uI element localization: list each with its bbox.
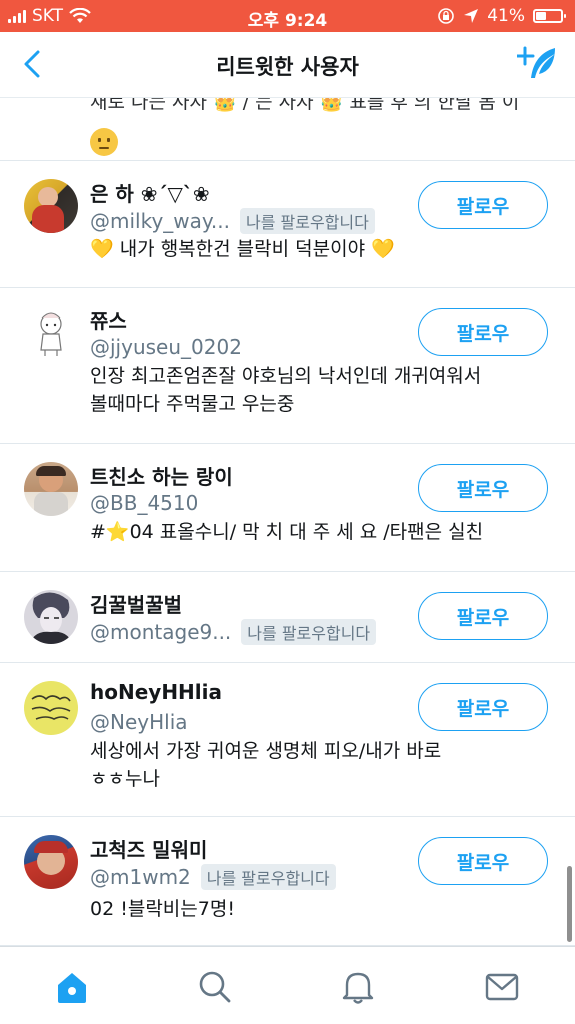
user-bio: 인장 최고존엄존잘 야호님의 낙서인데 개귀여워서 볼때마다 주먹물고 우는중 [90,362,550,418]
bio-line: 볼때마다 주먹물고 우는중 [90,393,295,415]
user-handle: @milky_way... [90,209,230,233]
user-handle: @BB_4510 [90,491,199,515]
list-item[interactable]: 고척즈 밀워미 @m1wm2 나를 팔로우합니다 02 !블락비는7명! 팔로우 [0,817,575,946]
bio-line: 세상에서 가장 귀여운 생명체 피오/내가 바로 [90,740,442,762]
tab-notifications[interactable] [338,967,378,1007]
avatar[interactable] [24,179,78,233]
follows-you-badge: 나를 팔로우합니다 [239,208,375,234]
avatar[interactable] [24,306,78,360]
scrollbar[interactable] [567,866,572,942]
avatar-drawing [30,592,72,644]
page-title: 리트윗한 사용자 [216,55,359,79]
search-icon [199,971,231,1003]
avatar[interactable] [24,835,78,889]
user-name: 김꿀벌꿀벌 [90,593,182,617]
handle-row: @montage9... 나를 팔로우합니다 [90,619,377,645]
list-item[interactable]: 은 하 ❀´▽`❀ @milky_way... 나를 팔로우합니다 💛 내가 행… [0,161,575,288]
list-item[interactable]: 김꿀벌꿀벌 @montage9... 나를 팔로우합니다 팔로우 [0,572,575,663]
handle-row: @NeyHlia [90,710,188,734]
user-name: hoNeyHHlia [90,680,223,704]
bio-line: 인장 최고존엄존잘 야호님의 낙서인데 개귀여워서 [90,365,482,387]
smile-emoji [90,128,118,156]
user-name: 트친소 하는 랑이 [90,465,233,489]
follow-button[interactable]: 팔로우 [418,308,548,356]
follow-button[interactable]: 팔로우 [418,464,548,512]
tab-home[interactable] [52,967,92,1007]
follow-button[interactable]: 팔로우 [418,181,548,229]
user-bio: 💛 내가 행복한건 블락비 덕분이야 💛 [90,238,395,260]
handle-row: @jjyuseu_0202 [90,335,242,359]
user-handle: @montage9... [90,620,232,644]
user-bio: #⭐04 표올수니/ 막 치 대 주 세 요 /타팬은 실친 [90,521,484,543]
status-bar: SKT 오후 9:24 41% [0,0,575,32]
follows-you-badge: 나를 팔로우합니다 [241,619,377,645]
messages-icon [485,973,519,1001]
list-item[interactable]: hoNeyHHlia @NeyHlia 세상에서 가장 귀여운 생명체 피오/내… [0,663,575,817]
avatar[interactable] [24,462,78,516]
bio-line: ㅎㅎ누나 [90,768,160,790]
notifications-icon [342,972,374,1004]
follow-button[interactable]: 팔로우 [418,592,548,640]
add-user-icon [515,46,555,78]
user-name: 은 하 ❀´▽`❀ [90,182,210,206]
list-item[interactable]: 새로 나는 사자 👑 / 는 사자 👑 표를 후 의 한달 봄 이 [0,98,575,161]
user-bio: 새로 나는 사자 👑 / 는 사자 👑 표를 후 의 한달 봄 이 [90,98,520,113]
status-right: 41% [437,6,566,26]
follows-you-badge: 나를 팔로우합니다 [200,864,336,890]
avatar[interactable] [24,681,78,735]
tab-bar [0,946,575,1024]
list-item[interactable]: 쮸스 @jjyuseu_0202 인장 최고존엄존잘 야호님의 낙서인데 개귀여… [0,288,575,444]
add-user-button[interactable] [515,44,559,84]
tab-search[interactable] [195,967,235,1007]
nav-header: 리트윗한 사용자 [0,32,575,98]
battery-percent: 41% [487,6,525,26]
user-handle: @jjyuseu_0202 [90,335,242,359]
location-icon [464,9,479,23]
avatar-drawing [40,312,62,356]
user-name: 쮸스 [90,309,127,333]
battery-icon [533,9,566,23]
avatar[interactable] [24,590,78,644]
home-icon [58,973,86,1003]
avatar-drawing [31,695,71,720]
user-handle: @NeyHlia [90,710,188,734]
handle-row: @BB_4510 [90,491,198,515]
rotation-lock-icon [438,8,455,24]
handle-row: @milky_way... 나를 팔로우합니다 [90,208,375,234]
user-handle: @m1wm2 [90,865,191,889]
retweeters-list[interactable]: 새로 나는 사자 👑 / 는 사자 👑 표를 후 의 한달 봄 이 은 하 ❀´… [0,98,575,946]
handle-row: @m1wm2 나를 팔로우합니다 [90,864,336,890]
user-bio: 02 !블락비는7명! [90,898,235,920]
list-item[interactable]: 트친소 하는 랑이 @BB_4510 #⭐04 표올수니/ 막 치 대 주 세 … [0,444,575,572]
user-name: 고척즈 밀워미 [90,838,208,862]
follow-button[interactable]: 팔로우 [418,683,548,731]
user-bio: 세상에서 가장 귀여운 생명체 피오/내가 바로 ㅎㅎ누나 [90,737,550,793]
follow-button[interactable]: 팔로우 [418,837,548,885]
tab-messages[interactable] [482,967,522,1007]
